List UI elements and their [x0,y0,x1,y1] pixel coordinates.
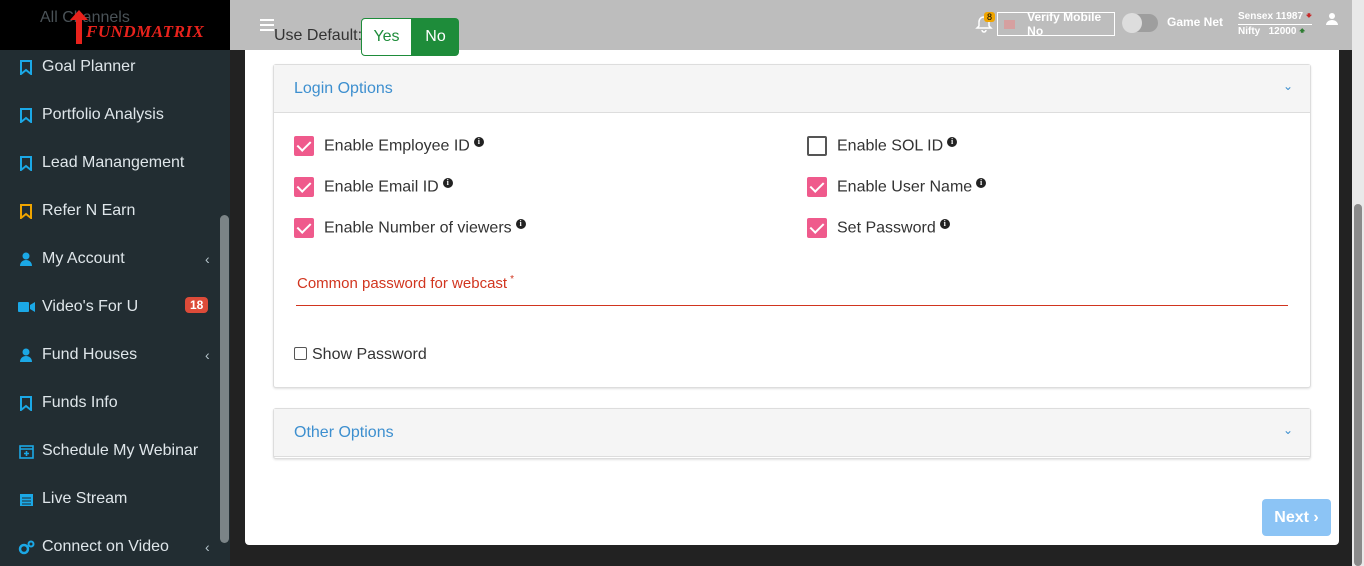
envelope-icon [1004,19,1016,29]
login-options-title: Login Options [294,80,393,97]
bookmark-icon [17,202,35,220]
info-icon[interactable]: i [939,219,950,229]
user-icon [17,250,35,268]
enable-user-name-checkbox[interactable] [807,177,827,197]
sidebar-item-lead-management[interactable]: Lead Manangement [0,139,218,187]
chevron-down-icon: ⌄ [1282,79,1293,93]
sidebar-item-schedule-my-webinar[interactable]: Schedule My Webinar [0,427,218,475]
sidebar-item-my-account[interactable]: My Account ‹ [0,235,218,283]
sidebar-item-videos-for-u[interactable]: Video's For U 18 [0,283,218,331]
bookmark-icon [17,58,35,76]
app-root: 8 Verify Mobile No Game Net Sensex 11987… [0,0,1364,566]
user-icon [17,346,35,364]
show-password-label: Show Password [312,346,427,363]
sidebar-item-portfolio-analysis[interactable]: Portfolio Analysis [0,91,218,139]
sidebar-item-label: Video's For U [42,298,139,315]
sidebar-item-live-stream[interactable]: Live Stream [0,475,218,523]
video-icon [17,298,35,316]
game-net-label: Game Net [1167,15,1224,29]
chevron-down-icon: ⌄ [1282,423,1293,437]
sidebar-item-refer-n-earn[interactable]: Refer N Earn [0,187,218,235]
bookmark-icon [17,394,35,412]
game-net-toggle[interactable] [1122,13,1158,33]
sidebar-item-label: Schedule My Webinar [42,442,199,459]
sidebar-item-label: Lead Manangement [42,154,185,171]
other-options-header[interactable]: Other Options ⌄ [274,409,1310,457]
set-password-label: Set Password i [837,219,950,237]
enable-email-id-checkbox[interactable] [294,177,314,197]
sidebar-item-connect-on-video[interactable]: Connect on Video ‹ [0,523,218,566]
enable-sol-id-checkbox[interactable] [807,136,827,156]
nifty-value: 12000 [1268,26,1297,37]
chevron-left-icon: ‹ [205,539,210,555]
sensex-value: Sensex 11987 [1238,11,1304,22]
password-underline [296,305,1288,306]
sidebar-item-goal-planner[interactable]: Goal Planner [0,43,218,91]
other-options-panel: Other Options ⌄ [273,408,1311,459]
sidebar: Goal Planner Portfolio Analysis Lead Man… [0,0,230,566]
info-icon[interactable]: i [473,137,484,147]
sidebar-item-label: Funds Info [42,394,118,411]
other-options-title: Other Options [294,424,394,441]
enable-employee-id-label: Enable Employee ID i [324,137,484,155]
set-password-checkbox[interactable] [807,218,827,238]
enable-user-name-label: Enable User Name i [837,178,987,196]
video-count-badge: 18 [185,297,209,313]
yes-button[interactable]: Yes [361,18,412,56]
enable-number-of-viewers-label: Enable Number of viewers i [324,219,526,237]
sidebar-item-label: Goal Planner [42,58,136,75]
market-ticker: Sensex 11987 🠻 Nifty 12000 🠹 [1238,10,1313,39]
info-icon[interactable]: i [442,178,453,188]
sidebar-item-label: Refer N Earn [42,202,136,219]
nifty-label: Nifty [1238,26,1261,37]
bookmark-icon [17,154,35,172]
enable-sol-id-label: Enable SOL ID i [837,137,958,155]
use-default-toggle: Yes No [361,18,459,56]
arrow-up-icon: 🠹 [1299,26,1306,37]
sidebar-item-label: Fund Houses [42,346,138,363]
arrow-down-icon: 🠻 [1305,11,1313,22]
notification-count-badge: 8 [984,12,996,22]
login-options-header[interactable]: Login Options ⌄ [274,65,1310,113]
cogs-icon [17,538,35,556]
user-profile-icon[interactable] [1325,12,1339,26]
use-default-label: Use Default: [274,27,363,44]
no-button[interactable]: No [412,18,459,56]
logo-bar: All Channels FUNDMATRIX [0,0,230,50]
page-scrollbar[interactable] [1352,0,1364,566]
verify-mobile-label: Verify Mobile No [1027,10,1102,38]
common-password-input[interactable] [296,290,1288,304]
chevron-left-icon: ‹ [205,347,210,363]
hamburger-menu-icon[interactable] [260,19,274,31]
bookmark-icon [17,106,35,124]
next-button[interactable]: Next › [1262,499,1331,536]
sidebar-scrollbar-thumb[interactable] [220,215,229,543]
sidebar-item-label: My Account [42,250,125,267]
calendar-icon [17,490,35,508]
info-icon[interactable]: i [976,178,987,188]
info-icon[interactable]: i [947,137,958,147]
sidebar-item-label: Connect on Video [42,538,169,555]
sidebar-item-label: Live Stream [42,490,128,507]
calendar-plus-icon [17,442,35,460]
verify-mobile-button[interactable]: Verify Mobile No [997,10,1115,38]
enable-email-id-label: Enable Email ID i [324,178,453,196]
enable-number-of-viewers-checkbox[interactable] [294,218,314,238]
sidebar-item-label: Portfolio Analysis [42,106,164,123]
sidebar-item-funds-info[interactable]: Funds Info [0,379,218,427]
app-logo[interactable]: FUNDMATRIX [86,22,204,42]
enable-employee-id-checkbox[interactable] [294,136,314,156]
show-password-checkbox[interactable] [294,347,307,360]
chevron-left-icon: ‹ [205,251,210,267]
info-icon[interactable]: i [515,219,526,229]
sidebar-item-fund-houses[interactable]: Fund Houses ‹ [0,331,218,379]
